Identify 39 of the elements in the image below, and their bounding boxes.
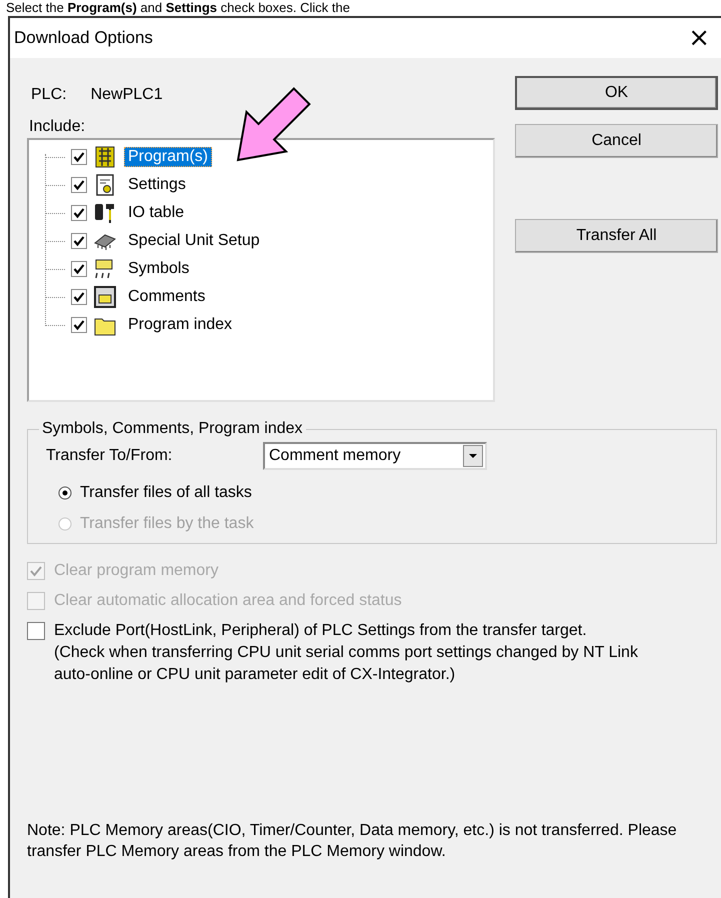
note-text: Note: PLC Memory areas(CIO, Timer/Counter, Data memory, etc.) is not transferred. Please transfer PLC Memory areas from the PLC Memory window. <box>27 821 677 862</box>
tree-item[interactable]: Program index <box>124 315 236 335</box>
transfer-dropdown[interactable]: Comment memory <box>263 442 487 470</box>
checkbox[interactable] <box>71 233 87 249</box>
tree-item[interactable]: Special Unit Setup <box>124 231 264 251</box>
close-button[interactable]: × <box>684 25 714 51</box>
checkbox[interactable] <box>27 622 45 640</box>
option-label: Clear program memory <box>54 561 218 581</box>
checkbox[interactable] <box>71 289 87 305</box>
option-label: Exclude Port(HostLink, Peripheral) of PLC Settings from the transfer target. <box>54 621 588 641</box>
group-title: Symbols, Comments, Program index <box>41 420 304 438</box>
tree-item[interactable]: Comments <box>124 287 210 307</box>
radio-label: Transfer files of all tasks <box>80 484 252 502</box>
checkbox[interactable] <box>71 261 87 277</box>
tree-item[interactable]: Program(s) <box>124 147 212 167</box>
circuit-icon <box>93 145 117 169</box>
dialog-button[interactable]: OK <box>515 76 718 110</box>
folder-window-icon <box>93 285 117 309</box>
tree-item[interactable]: Settings <box>124 175 190 195</box>
dropdown-icon[interactable] <box>463 445 483 467</box>
radio-button[interactable] <box>58 486 72 500</box>
checkbox[interactable] <box>71 177 87 193</box>
checkbox[interactable] <box>71 149 87 165</box>
transfer-label: Transfer To/From: <box>46 447 174 465</box>
checkbox[interactable] <box>71 317 87 333</box>
instruction-text: Select the Program(s) and Settings check boxes. Click the <box>5 0 351 16</box>
plc-label: PLC: <box>31 86 67 104</box>
checkbox[interactable] <box>71 205 87 221</box>
radio-label: Transfer files by the task <box>80 515 254 533</box>
dialog-button[interactable]: Transfer All <box>515 219 718 253</box>
option-label: Clear automatic allocation area and forced status <box>54 591 402 611</box>
option-hint: (Check when transferring CPU unit serial comms port settings changed by NT Link auto-online or CPU unit parameter edit of CX-Integrator.) <box>54 643 639 685</box>
include-label: Include: <box>28 118 86 136</box>
dialog-button[interactable]: Cancel <box>515 124 718 158</box>
window-title: Download Options <box>14 28 153 48</box>
connector-icon <box>93 201 117 225</box>
tree-item[interactable]: IO table <box>124 203 188 223</box>
tree-item[interactable]: Symbols <box>124 259 194 279</box>
plc-name: NewPLC1 <box>90 86 163 104</box>
